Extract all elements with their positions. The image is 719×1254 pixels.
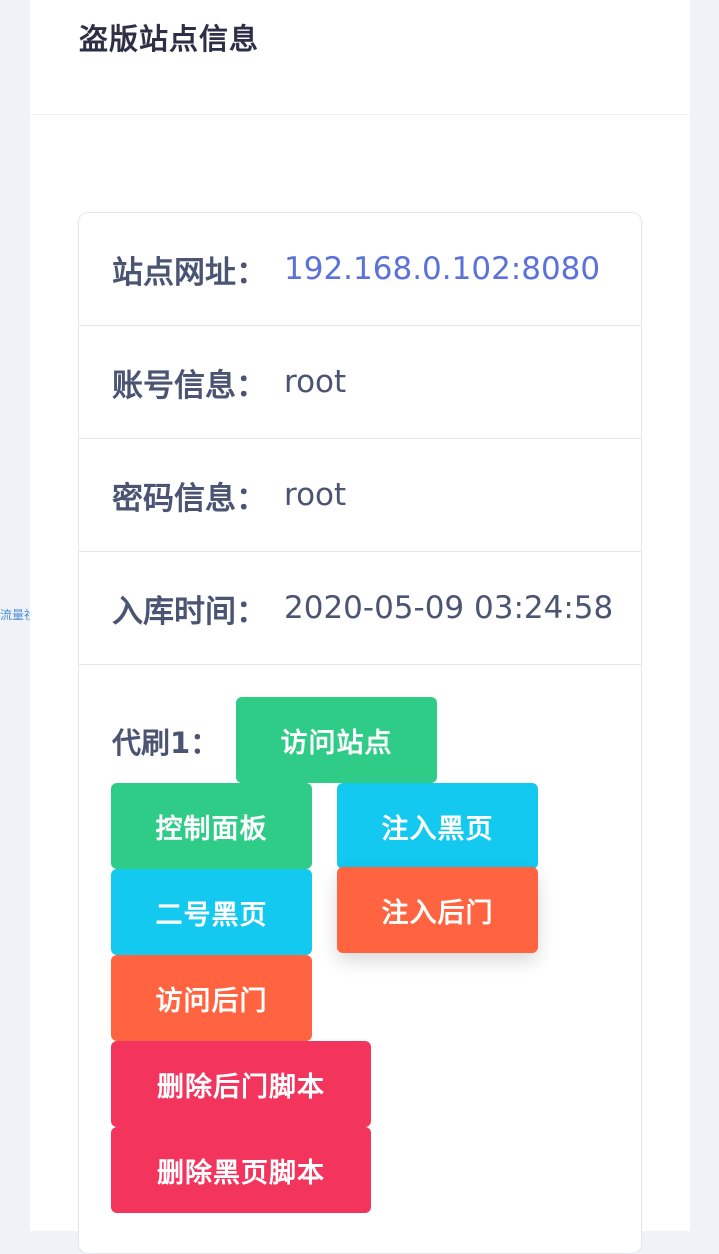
visit-backdoor-button[interactable]: 访问后门 xyxy=(111,955,312,1041)
time-value: 2020-05-09 03:24:58 xyxy=(284,590,614,626)
info-row-password: 密码信息： root xyxy=(79,439,641,552)
actions-panel: 代刷1： 访问站点 控制面板 注入黑页 二号黑页 注入后门 访问后门 删除后门脚… xyxy=(79,665,641,1225)
control-panel-button[interactable]: 控制面板 xyxy=(111,783,312,869)
info-row-account: 账号信息： root xyxy=(79,326,641,439)
password-value: root xyxy=(284,477,347,513)
delete-backdoor-script-button[interactable]: 删除后门脚本 xyxy=(111,1041,371,1127)
site-info-box: 站点网址： 192.168.0.102:8080 账号信息： root 密码信息… xyxy=(78,212,642,1254)
page-title: 盗版站点信息 xyxy=(79,22,260,56)
site-info-card: 盗版站点信息 站点网址： 192.168.0.102:8080 账号信息： ro… xyxy=(30,0,690,1254)
actions-label: 代刷1： xyxy=(112,726,220,760)
account-value: root xyxy=(284,364,347,400)
card-header: 盗版站点信息 xyxy=(30,0,690,115)
account-label: 账号信息： xyxy=(112,367,267,404)
black-page-2-button[interactable]: 二号黑页 xyxy=(111,869,312,955)
time-label: 入库时间： xyxy=(112,593,267,630)
site-url-label: 站点网址： xyxy=(112,254,267,291)
site-url-link[interactable]: 192.168.0.102:8080 xyxy=(284,251,600,287)
password-label: 密码信息： xyxy=(112,480,267,517)
info-row-site-url: 站点网址： 192.168.0.102:8080 xyxy=(79,213,641,326)
info-row-time: 入库时间： 2020-05-09 03:24:58 xyxy=(79,552,641,665)
inject-black-page-button[interactable]: 注入黑页 xyxy=(337,783,538,869)
visit-site-button[interactable]: 访问站点 xyxy=(236,697,437,783)
inject-backdoor-button[interactable]: 注入后门 xyxy=(337,867,538,953)
delete-black-page-script-button[interactable]: 删除黑页脚本 xyxy=(111,1127,371,1213)
